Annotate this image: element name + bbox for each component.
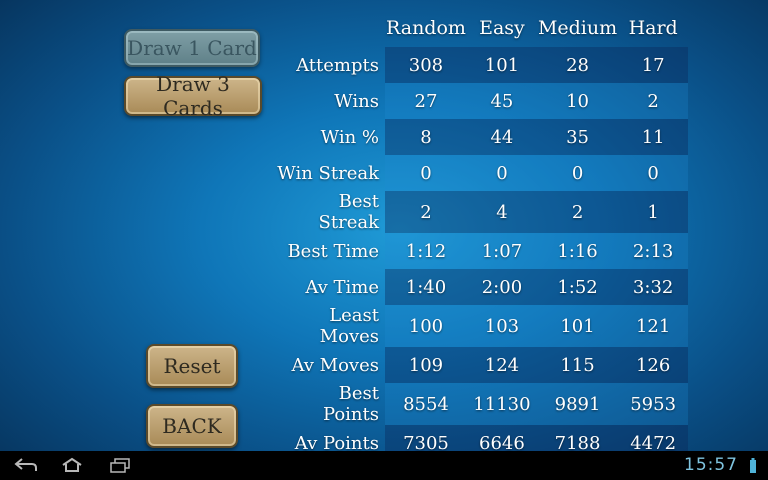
cell-value: 1 [618, 191, 689, 233]
row-label: Win Streak [277, 162, 379, 184]
row-label: Av Time [305, 276, 379, 298]
cell-value: 2:13 [618, 233, 689, 269]
row-label: Attempts [296, 54, 379, 76]
row-label: Win % [320, 126, 379, 148]
row-label: Wins [334, 90, 379, 112]
table-row: Best Streak 2 4 2 1 [277, 191, 689, 233]
cell-value: 124 [466, 347, 537, 383]
cell-value: 35 [536, 119, 619, 155]
cell-value: 1:52 [536, 269, 619, 305]
cell-value: 115 [536, 347, 619, 383]
cell-value: 100 [385, 305, 467, 347]
cell-value: 101 [466, 47, 537, 83]
column-header: Hard [628, 17, 678, 39]
cell-value: 44 [466, 119, 537, 155]
reset-button[interactable]: Reset [146, 344, 238, 388]
cell-value: 126 [618, 347, 689, 383]
column-header: Medium [537, 17, 618, 39]
recent-apps-icon[interactable] [108, 455, 132, 475]
home-icon[interactable] [60, 455, 84, 475]
table-row: Least Moves 100 103 101 121 [277, 305, 689, 347]
cell-value: 2 [385, 191, 467, 233]
cell-value: 0 [385, 155, 467, 191]
draw-3-cards-button[interactable]: Draw 3 Cards [124, 72, 262, 120]
statistics-table: Random Easy Medium Hard Attempts 308 101… [277, 9, 689, 461]
back-button[interactable]: BACK [146, 404, 238, 448]
cell-value: 3:32 [618, 269, 689, 305]
table-row: Av Moves 109 124 115 126 [277, 347, 689, 383]
cell-value: 101 [536, 305, 619, 347]
row-label: Best Streak [318, 191, 379, 233]
cell-value: 27 [385, 83, 467, 119]
cell-value: 11130 [466, 383, 537, 425]
cell-value: 1:07 [466, 233, 537, 269]
table-row: Av Time 1:40 2:00 1:52 3:32 [277, 269, 689, 305]
row-label: Av Moves [291, 354, 380, 376]
cell-value: 1:40 [385, 269, 467, 305]
cell-value: 2:00 [466, 269, 537, 305]
table-header-row: Random Easy Medium Hard [277, 9, 688, 47]
clock: 15:57 [684, 455, 738, 475]
cell-value: 2 [618, 83, 689, 119]
table-row: Wins 27 45 10 2 [277, 83, 689, 119]
table-row: Best Time 1:12 1:07 1:16 2:13 [277, 233, 689, 269]
cell-value: 0 [536, 155, 619, 191]
table-row: Win Streak 0 0 0 0 [277, 155, 689, 191]
cell-value: 10 [536, 83, 619, 119]
battery-icon [750, 458, 756, 473]
cell-value: 1:16 [536, 233, 619, 269]
cell-value: 28 [536, 47, 619, 83]
cell-value: 17 [618, 47, 689, 83]
column-header: Random [386, 17, 466, 39]
table-row: Attempts 308 101 28 17 [277, 47, 689, 83]
cell-value: 2 [536, 191, 619, 233]
draw-1-card-button[interactable]: Draw 1 Card [124, 29, 260, 67]
row-label: Best Points [322, 383, 379, 425]
cell-value: 109 [385, 347, 467, 383]
cell-value: 121 [618, 305, 689, 347]
cell-value: 0 [618, 155, 689, 191]
cell-value: 1:12 [385, 233, 467, 269]
header-spacer [277, 9, 385, 47]
cell-value: 0 [466, 155, 537, 191]
row-label: Least Moves [319, 305, 379, 347]
cell-value: 308 [385, 47, 467, 83]
cell-value: 103 [466, 305, 537, 347]
cell-value: 9891 [536, 383, 619, 425]
system-navigation-bar: 15:57 [0, 451, 768, 480]
cell-value: 8 [385, 119, 467, 155]
cell-value: 11 [618, 119, 689, 155]
table-row: Best Points 8554 11130 9891 5953 [277, 383, 689, 425]
back-icon[interactable] [14, 455, 38, 475]
cell-value: 4 [466, 191, 537, 233]
cell-value: 8554 [385, 383, 467, 425]
cell-value: 45 [466, 83, 537, 119]
row-label: Best Time [287, 240, 379, 262]
cell-value: 5953 [618, 383, 689, 425]
column-header: Easy [479, 17, 525, 39]
table-row: Win % 8 44 35 11 [277, 119, 689, 155]
